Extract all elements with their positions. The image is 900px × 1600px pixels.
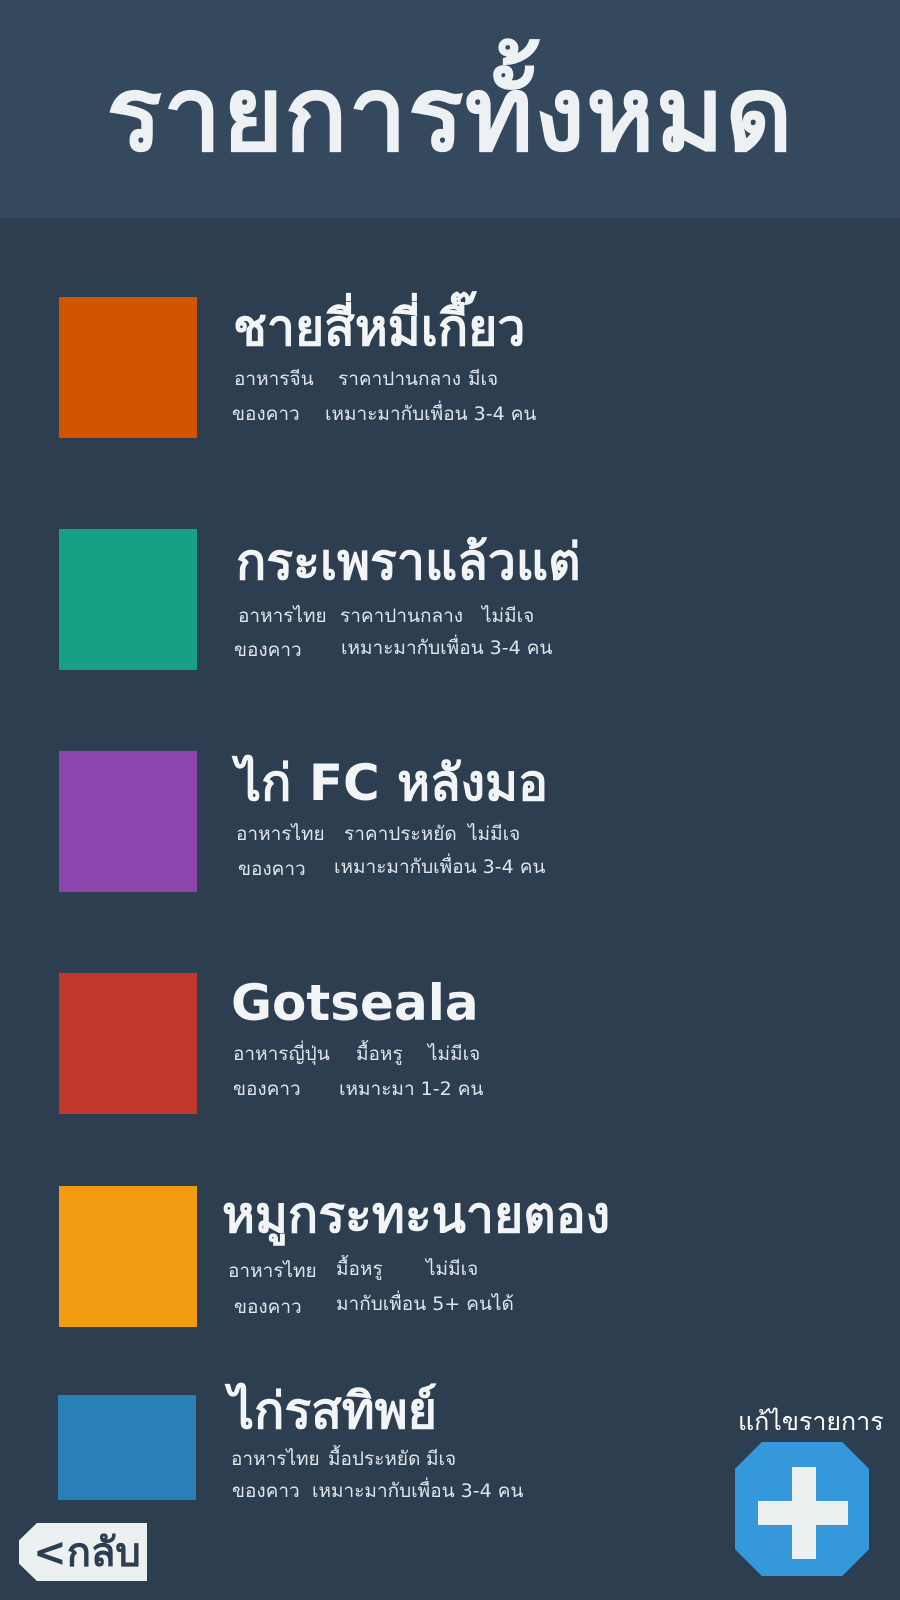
item-tag-group-size: เหมาะมากับเพื่อน 3-4 คน xyxy=(341,637,553,659)
back-button-label: <กลับ xyxy=(33,1530,141,1576)
item-tag-cuisine: อาหารไทย xyxy=(236,823,325,845)
item-tag-type: ของคาว xyxy=(238,858,306,880)
item-color-swatch xyxy=(59,1186,197,1327)
item-tag-type: ของคาว xyxy=(234,639,302,661)
item-tag-cuisine: อาหารไทย xyxy=(231,1448,320,1470)
item-tag-price: มื้อหรู xyxy=(356,1043,403,1065)
item-tag-type: ของคาว xyxy=(233,1078,301,1100)
back-button[interactable]: <กลับ xyxy=(19,1523,147,1581)
item-tag-price: ราคาปานกลาง xyxy=(338,368,462,390)
edit-items-label[interactable]: แก้ไขรายการ xyxy=(738,1402,884,1442)
item-tag-group-size: มากับเพื่อน 5+ คนได้ xyxy=(336,1293,514,1315)
page-title: รายการทั้งหมด xyxy=(106,53,794,175)
item-tag-vegetarian: ไม่มีเจ xyxy=(468,823,521,845)
add-item-button[interactable] xyxy=(735,1442,869,1576)
item-name: กระเพราแล้วแต่ xyxy=(236,533,581,591)
item-tag-vegetarian: มีเจ xyxy=(468,368,499,390)
item-tag-group-size: เหมาะมา 1-2 คน xyxy=(339,1078,484,1100)
item-tag-cuisine: อาหารไทย xyxy=(238,605,327,627)
item-tag-group-size: เหมาะมากับเพื่อน 3-4 คน xyxy=(334,856,546,878)
item-tag-cuisine: อาหารญี่ปุ่น xyxy=(233,1043,330,1065)
item-name: ไก่รสทิพย์ xyxy=(229,1382,438,1440)
item-tag-group-size: เหมาะมากับเพื่อน 3-4 คน xyxy=(325,403,537,425)
item-tag-price: มื้อประหยัด xyxy=(328,1448,421,1470)
item-tag-type: ของคาว xyxy=(232,1480,300,1502)
item-color-swatch xyxy=(59,529,197,670)
item-tag-vegetarian: ไม่มีเจ xyxy=(482,605,535,627)
item-name: ไก่ FC หลังมอ xyxy=(236,754,549,812)
item-tag-price: มื้อหรู xyxy=(336,1258,383,1280)
item-tag-vegetarian: ไม่มีเจ xyxy=(426,1258,479,1280)
item-tag-vegetarian: ไม่มีเจ xyxy=(428,1043,481,1065)
item-tag-cuisine: อาหารจีน xyxy=(234,368,314,390)
item-name: หมูกระทะนายตอง xyxy=(222,1186,611,1244)
item-tag-vegetarian: มีเจ xyxy=(426,1448,457,1470)
item-tag-cuisine: อาหารไทย xyxy=(228,1260,317,1282)
item-color-swatch xyxy=(58,1395,196,1500)
item-tag-group-size: เหมาะมากับเพื่อน 3-4 คน xyxy=(312,1480,524,1502)
item-tag-price: ราคาประหยัด xyxy=(344,823,457,845)
item-color-swatch xyxy=(59,751,197,892)
item-tag-type: ของคาว xyxy=(234,1296,302,1318)
item-name: Gotseala xyxy=(231,974,479,1032)
plus-icon-bar xyxy=(758,1501,848,1525)
page-header: รายการทั้งหมด xyxy=(0,0,900,218)
item-tag-type: ของคาว xyxy=(232,403,300,425)
item-color-swatch xyxy=(59,973,197,1114)
item-name: ชายสี่หมี่เกี๊ยว xyxy=(233,299,526,357)
item-color-swatch xyxy=(59,297,197,438)
item-tag-price: ราคาปานกลาง xyxy=(340,605,464,627)
